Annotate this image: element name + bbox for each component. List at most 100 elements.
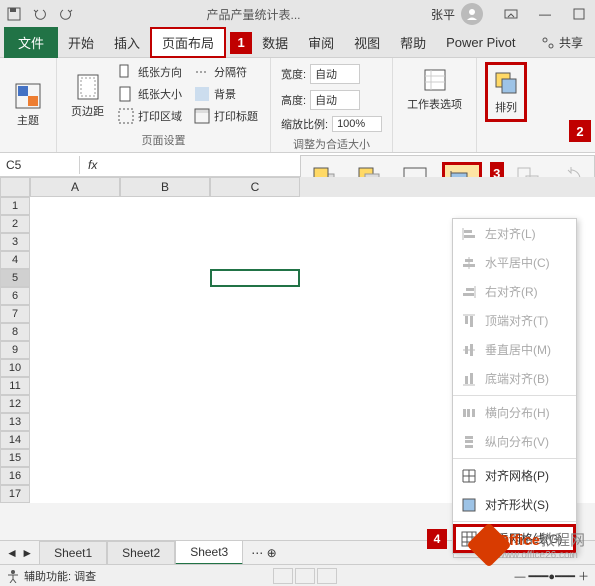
quick-access-toolbar <box>4 4 76 24</box>
name-box[interactable]: C5 <box>0 156 80 174</box>
margins-button[interactable]: 页边距 <box>65 62 110 130</box>
scale-label-group: 调整为合适大小 <box>279 134 384 152</box>
tab-insert[interactable]: 插入 <box>104 27 150 58</box>
themes-icon <box>14 82 42 110</box>
paper-size-icon <box>118 86 134 102</box>
share-icon <box>541 36 555 50</box>
redo-icon[interactable] <box>56 4 76 24</box>
accessibility-status: 辅助功能: 调查 <box>24 568 96 584</box>
tab-view[interactable]: 视图 <box>344 27 390 58</box>
row-header[interactable]: 15 <box>0 449 30 467</box>
breaks-icon <box>194 64 210 80</box>
selected-cell[interactable] <box>210 269 300 287</box>
menu-align-top[interactable]: 顶端对齐(T) <box>453 306 576 335</box>
maximize-icon[interactable] <box>567 5 591 23</box>
margins-icon <box>74 73 102 101</box>
add-sheet-button[interactable]: ⋯ ⊕ <box>243 542 284 564</box>
menu-align-right[interactable]: 右对齐(R) <box>453 277 576 306</box>
row-header[interactable]: 5 <box>0 269 30 287</box>
menu-snap-grid[interactable]: 对齐网格(P) <box>453 461 576 490</box>
row-header[interactable]: 9 <box>0 341 30 359</box>
view-normal-button[interactable] <box>273 568 293 584</box>
sheet-tab-3[interactable]: Sheet3 <box>175 540 243 565</box>
tab-data[interactable]: 数据 <box>252 27 298 58</box>
view-page-break-button[interactable] <box>317 568 337 584</box>
align-center-h-icon <box>461 255 477 271</box>
tab-page-layout[interactable]: 页面布局 <box>150 27 226 58</box>
size-button[interactable]: 纸张大小 <box>114 84 186 104</box>
arrange-button[interactable]: 排列 <box>485 62 527 122</box>
row-header[interactable]: 11 <box>0 377 30 395</box>
menu-separator <box>453 395 576 396</box>
row-header[interactable]: 1 <box>0 197 30 215</box>
col-header-a[interactable]: A <box>30 177 120 197</box>
sheet-tab-1[interactable]: Sheet1 <box>39 541 107 565</box>
sheet-options-button[interactable]: 工作表选项 <box>401 62 468 116</box>
width-dropdown[interactable]: 自动 <box>310 64 360 84</box>
menu-separator <box>453 521 576 522</box>
undo-icon[interactable] <box>30 4 50 24</box>
row-header[interactable]: 10 <box>0 359 30 377</box>
tab-review[interactable]: 审阅 <box>298 27 344 58</box>
menu-distribute-v[interactable]: 纵向分布(V) <box>453 427 576 456</box>
ribbon-options-icon[interactable] <box>499 5 523 23</box>
row-headers: 1 2 3 4 5 6 7 8 9 10 11 12 13 14 15 16 1… <box>0 197 30 503</box>
breaks-button[interactable]: 分隔符 <box>190 62 262 82</box>
height-label: 高度: <box>281 92 306 108</box>
watermark: Office教程网 www.office26.com <box>473 529 585 561</box>
print-area-button[interactable]: 打印区域 <box>114 106 186 126</box>
background-button[interactable]: 背景 <box>190 84 262 104</box>
group-themes: 主题 <box>0 58 57 152</box>
user-avatar-icon[interactable] <box>461 3 483 25</box>
row-header[interactable]: 16 <box>0 467 30 485</box>
tab-file[interactable]: 文件 <box>4 27 58 58</box>
group-arrange: 排列 <box>477 58 535 152</box>
menu-align-center-h[interactable]: 水平居中(C) <box>453 248 576 277</box>
column-headers: A B C <box>0 177 595 197</box>
row-header[interactable]: 12 <box>0 395 30 413</box>
col-header-c[interactable]: C <box>210 177 300 197</box>
ribbon: 主题 页边距 纸张方向 纸张大小 打印区域 分隔符 背景 打印标题 页面设置 宽… <box>0 58 595 153</box>
snap-shape-icon <box>461 497 477 513</box>
menu-align-bottom[interactable]: 底端对齐(B) <box>453 364 576 393</box>
row-header[interactable]: 4 <box>0 251 30 269</box>
fx-button[interactable]: fx <box>80 158 105 172</box>
themes-button[interactable]: 主题 <box>8 62 48 148</box>
row-header[interactable]: 13 <box>0 413 30 431</box>
row-header[interactable]: 8 <box>0 323 30 341</box>
col-header-b[interactable]: B <box>120 177 210 197</box>
row-header[interactable]: 7 <box>0 305 30 323</box>
view-page-layout-button[interactable] <box>295 568 315 584</box>
row-header[interactable]: 14 <box>0 431 30 449</box>
save-icon[interactable] <box>4 4 24 24</box>
tab-powerpivot[interactable]: Power Pivot <box>436 29 525 56</box>
row-header[interactable]: 3 <box>0 233 30 251</box>
menu-distribute-h[interactable]: 横向分布(H) <box>453 398 576 427</box>
menu-snap-shape[interactable]: 对齐形状(S) <box>453 490 576 519</box>
height-dropdown[interactable]: 自动 <box>310 90 360 110</box>
watermark-url: www.office26.com <box>497 550 585 561</box>
row-header[interactable]: 2 <box>0 215 30 233</box>
select-all-button[interactable] <box>0 177 30 197</box>
page-setup-label: 页面设置 <box>65 130 262 148</box>
minimize-icon[interactable]: — <box>533 5 557 23</box>
share-button[interactable]: 共享 <box>533 28 591 57</box>
title-bar: 产品产量统计表... 张平 — <box>0 0 595 28</box>
menu-align-left[interactable]: 左对齐(L) <box>453 219 576 248</box>
row-header[interactable]: 6 <box>0 287 30 305</box>
orientation-button[interactable]: 纸张方向 <box>114 62 186 82</box>
group-sheet-options: 工作表选项 <box>393 58 477 152</box>
group-scale: 宽度:自动 高度:自动 缩放比例:100% 调整为合适大小 <box>271 58 393 152</box>
row-header[interactable]: 17 <box>0 485 30 503</box>
sheet-tab-2[interactable]: Sheet2 <box>107 541 175 565</box>
document-title: 产品产量统计表... <box>76 6 431 23</box>
snap-grid-icon <box>461 468 477 484</box>
scale-input[interactable]: 100% <box>332 116 382 132</box>
menu-align-middle-v[interactable]: 垂直居中(M) <box>453 335 576 364</box>
print-titles-button[interactable]: 打印标题 <box>190 106 262 126</box>
tab-help[interactable]: 帮助 <box>390 27 436 58</box>
tab-home[interactable]: 开始 <box>58 27 104 58</box>
sheet-nav[interactable]: ◄ ► <box>0 546 39 560</box>
zoom-slider[interactable]: — ━━━●━━━ ＋ <box>515 568 590 584</box>
callout-2: 2 <box>569 120 591 142</box>
